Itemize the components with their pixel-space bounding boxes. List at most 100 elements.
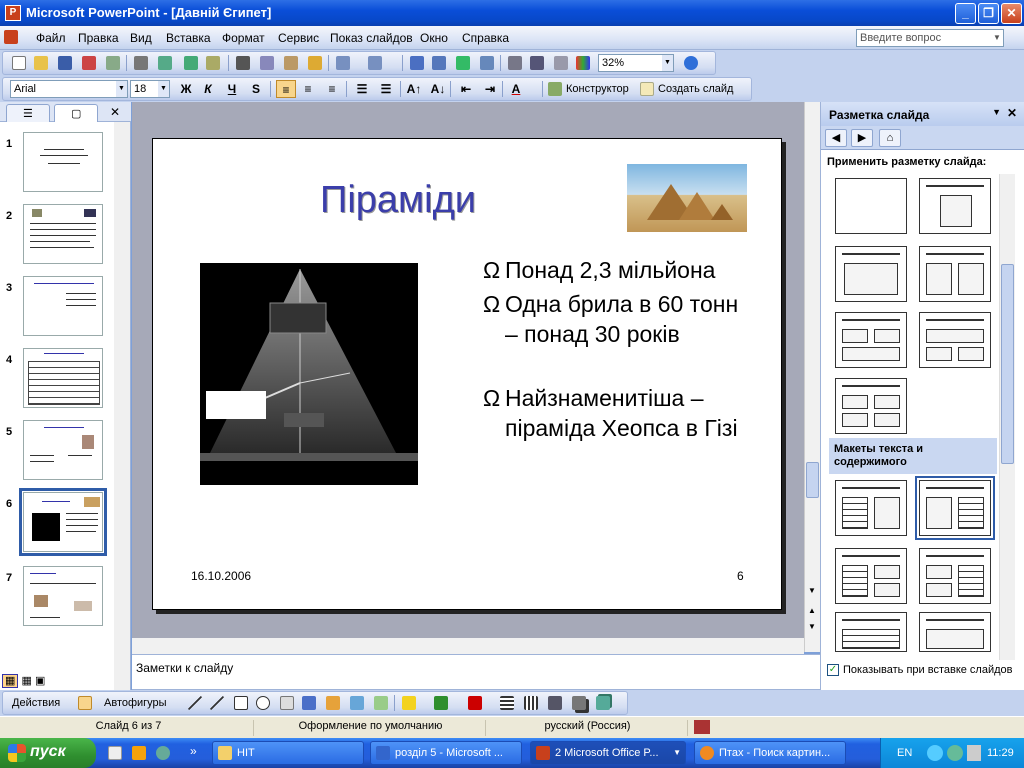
italic-button[interactable]: К xyxy=(198,80,218,98)
line-icon[interactable] xyxy=(188,696,202,710)
font-color-icon[interactable] xyxy=(468,696,482,710)
question-input[interactable]: Введите вопрос ▼ xyxy=(856,29,1004,47)
diagram-icon[interactable] xyxy=(326,696,340,710)
spelling-status-icon[interactable] xyxy=(694,720,710,734)
slideshow-view-icon[interactable]: ▣ xyxy=(35,675,45,687)
decrease-font-button[interactable]: A↓ xyxy=(428,80,448,98)
help-icon[interactable] xyxy=(684,56,698,70)
slide-thumbnail[interactable] xyxy=(23,204,103,264)
taskbar-item-browser[interactable]: Птах - Поиск картин... xyxy=(694,741,846,765)
picture-icon[interactable] xyxy=(374,696,388,710)
chevron-down-icon[interactable]: ▼ xyxy=(662,55,673,71)
paste-icon[interactable] xyxy=(284,56,298,70)
designer-button[interactable]: Конструктор xyxy=(566,83,629,95)
layout-thumbnail[interactable] xyxy=(835,312,907,368)
slide-canvas[interactable]: Піраміди Ω Понад 2,3 мільйона Ω Одна брила… xyxy=(152,138,782,610)
shadow-button[interactable]: S xyxy=(246,80,266,98)
show-formatting-icon[interactable] xyxy=(530,56,544,70)
pyramids-photo[interactable] xyxy=(627,164,747,232)
tray-icon[interactable] xyxy=(967,745,981,761)
bullet-item[interactable]: Ω Найзнаменитіша – піраміда Хеопса в Гізі xyxy=(483,383,753,443)
font-name-select[interactable]: Arial ▼ xyxy=(10,80,128,98)
line-color-icon[interactable] xyxy=(434,696,448,710)
pyramid-cross-section-image[interactable] xyxy=(200,263,418,485)
layout-thumbnail[interactable] xyxy=(919,612,991,652)
increase-font-button[interactable]: A↑ xyxy=(404,80,424,98)
language-indicator[interactable]: EN xyxy=(897,747,912,759)
slide-thumbnail[interactable] xyxy=(23,348,103,408)
decrease-indent-button[interactable]: ⇤ xyxy=(456,80,476,98)
slide-thumbnail[interactable] xyxy=(23,566,103,626)
forward-icon[interactable]: ▶ xyxy=(851,129,873,147)
clipart-icon[interactable] xyxy=(350,696,364,710)
bullets-button[interactable]: ☰ xyxy=(376,80,396,98)
format-painter-icon[interactable] xyxy=(308,56,322,70)
numbering-button[interactable]: ☰ xyxy=(352,80,372,98)
layout-thumbnail[interactable] xyxy=(835,246,907,302)
menu-window[interactable]: Окно xyxy=(420,31,448,45)
menu-format[interactable]: Формат xyxy=(222,31,265,45)
open-icon[interactable] xyxy=(34,56,48,70)
chevron-down-icon[interactable]: ▼ xyxy=(991,30,1003,46)
previous-slide-icon[interactable]: ▲ xyxy=(808,606,816,615)
layout-thumbnail[interactable] xyxy=(919,548,991,604)
bullet-item[interactable]: Ω Понад 2,3 мільйона xyxy=(483,255,753,285)
zoom-select[interactable]: 32% ▼ xyxy=(598,54,674,72)
oval-icon[interactable] xyxy=(256,696,270,710)
layout-thumbnail[interactable] xyxy=(835,612,907,652)
minimize-button[interactable]: _ xyxy=(955,3,976,24)
tray-icon[interactable] xyxy=(927,745,943,761)
research-icon[interactable] xyxy=(206,56,220,70)
expand-all-icon[interactable] xyxy=(508,56,522,70)
print-icon[interactable] xyxy=(134,56,148,70)
permission-icon[interactable] xyxy=(82,56,96,70)
autoshapes-menu[interactable]: Автофигуры xyxy=(104,697,167,709)
show-on-insert-checkbox[interactable]: ✓ xyxy=(827,664,839,676)
slide-thumbnail[interactable] xyxy=(23,420,103,480)
slide-thumbnail[interactable] xyxy=(23,132,103,192)
underline-button[interactable]: Ч xyxy=(222,80,242,98)
layout-thumbnail[interactable] xyxy=(835,548,907,604)
arrow-icon[interactable] xyxy=(210,696,224,710)
layout-thumbnail[interactable] xyxy=(919,312,991,368)
slide-thumbnail-selected[interactable] xyxy=(19,488,107,556)
task-pane-scrollbar[interactable] xyxy=(999,174,1015,660)
start-button[interactable]: пуск xyxy=(0,738,96,768)
undo-icon[interactable] xyxy=(336,56,350,70)
scrollbar-thumb[interactable] xyxy=(806,462,819,498)
layout-thumbnail[interactable] xyxy=(835,480,907,536)
layout-thumbnail[interactable] xyxy=(835,378,907,434)
menu-slideshow[interactable]: Показ слайдов xyxy=(330,31,413,45)
quicklaunch-icon[interactable] xyxy=(156,746,170,760)
bold-button[interactable]: Ж xyxy=(176,80,196,98)
taskbar-item-word[interactable]: розділ 5 - Microsoft ... xyxy=(370,741,522,765)
normal-view-icon[interactable]: ▦ xyxy=(2,674,19,688)
email-icon[interactable] xyxy=(106,56,120,70)
scrollbar-thumb[interactable] xyxy=(1001,264,1014,464)
back-icon[interactable]: ◀ xyxy=(825,129,847,147)
line-style-icon[interactable] xyxy=(500,696,514,710)
font-size-select[interactable]: 18 ▼ xyxy=(130,80,170,98)
tab-slides[interactable]: ▢ xyxy=(54,104,98,122)
slide-horizontal-scrollbar[interactable] xyxy=(132,638,804,654)
close-icon[interactable]: ✕ xyxy=(1007,106,1017,120)
menu-help[interactable]: Справка xyxy=(462,31,509,45)
maximize-button[interactable]: ❐ xyxy=(978,3,999,24)
new-slide-icon[interactable] xyxy=(640,82,654,96)
shadow-style-icon[interactable] xyxy=(572,696,586,710)
actions-menu[interactable]: Действия xyxy=(12,697,60,709)
spelling-icon[interactable] xyxy=(184,56,198,70)
slides-scrollbar[interactable] xyxy=(114,122,130,690)
notes-pane[interactable]: Заметки к слайду xyxy=(132,654,820,690)
copy-icon[interactable] xyxy=(260,56,274,70)
menu-service[interactable]: Сервис xyxy=(278,31,319,45)
slide-vertical-scrollbar[interactable]: ▼ ▲ ▼ xyxy=(804,102,820,652)
insert-table-icon[interactable] xyxy=(432,56,446,70)
slide-title[interactable]: Піраміди xyxy=(153,179,643,222)
save-icon[interactable] xyxy=(58,56,72,70)
increase-indent-button[interactable]: ⇥ xyxy=(480,80,500,98)
chevron-down-icon[interactable]: ▼ xyxy=(158,81,169,97)
bullet-item[interactable]: Ω Одна брила в 60 тонн – понад 30 років xyxy=(483,289,753,349)
designer-icon[interactable] xyxy=(548,82,562,96)
redo-icon[interactable] xyxy=(368,56,382,70)
